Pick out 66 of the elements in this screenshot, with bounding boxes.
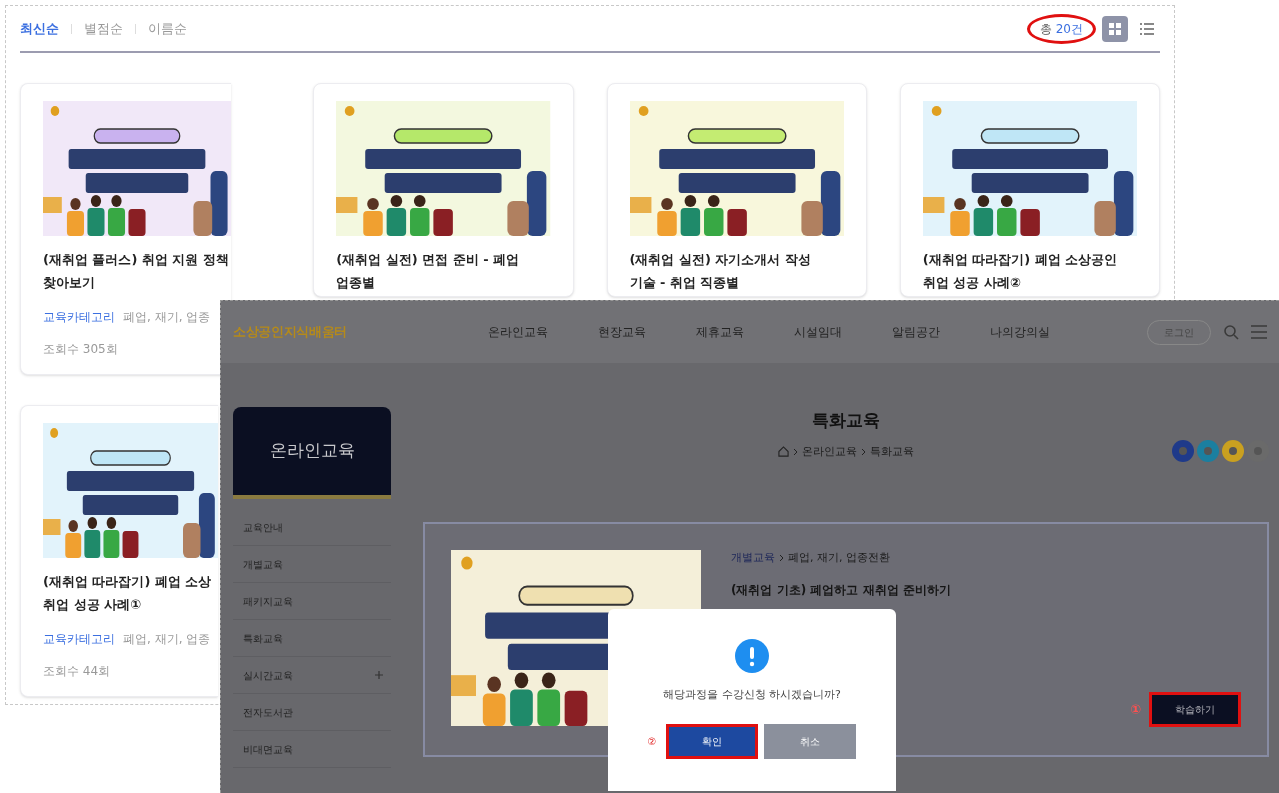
dialog-button[interactable]: 확인 (666, 723, 759, 759)
view-count: 조회수 44회 (43, 663, 112, 680)
course-card[interactable]: (재취업 실전) 면접 준비 - 폐업 업종별 (313, 83, 574, 297)
chevron-icon (861, 447, 866, 456)
sidebar-item[interactable]: 비대면교육 (233, 731, 391, 768)
total-value: 20건 (1055, 20, 1083, 38)
nav-link[interactable]: 나의강의실 (990, 323, 1050, 341)
card-title: 기술 - 취업 직종별 (629, 274, 741, 292)
sort-tab[interactable]: 최신순 (20, 18, 59, 39)
card-title: (재취업 실전) 자기소개서 작성 (629, 251, 812, 269)
page-title: 특화교육 (812, 409, 880, 432)
step-marker: ① (1130, 700, 1141, 719)
card-title: (재취업 플러스) 취업 지원 정책 (43, 251, 230, 269)
card-tags: 폐업, 재기, 업종 (123, 630, 211, 648)
course-card[interactable]: (재취업 따라잡기) 폐업 소상공인 취업 성공 사례② (899, 83, 1160, 297)
view-count: 조회수 305회 (43, 341, 119, 358)
card-title: 취업 성공 사례① (43, 596, 143, 614)
share-icon[interactable] (1172, 440, 1194, 462)
grid-icon (1109, 22, 1121, 35)
sidebar-item[interactable]: 실시간교육 (233, 657, 391, 694)
list-icon (1140, 22, 1154, 35)
share-icon[interactable] (1197, 440, 1219, 462)
course-card[interactable]: (재취업 플러스) 취업 지원 정책 찾아보기 교육카테고리 폐업, 재기, 업종 조회수 305회 (20, 83, 231, 375)
card-title: 업종별 (336, 274, 377, 292)
menu-icon[interactable] (1251, 325, 1267, 339)
nav-link[interactable]: 알림공간 (892, 323, 940, 341)
total-label: 총 (1039, 20, 1052, 38)
card-title: (재취업 따라잡기) 폐업 소상공인 (922, 251, 1119, 269)
category-link[interactable]: 교육카테고리 (43, 308, 115, 326)
sidebar-item[interactable]: 교육안내 (233, 509, 391, 546)
card-tags: 폐업, 재기, 업종 (123, 308, 211, 326)
plus-icon (375, 671, 383, 679)
sort-tab[interactable]: 이름순 (148, 18, 187, 39)
breadcrumb-link[interactable]: 특화교육 (870, 443, 914, 460)
nav-link[interactable]: 온라인교육 (488, 323, 548, 341)
sidebar-item[interactable]: 패키지교육 (233, 583, 391, 620)
nav-link[interactable]: 현장교육 (598, 323, 646, 341)
view-toggle-button[interactable] (1102, 15, 1128, 42)
sidebar-title: 온라인교육 (269, 439, 355, 463)
dialog-button[interactable]: 취소 (764, 723, 857, 759)
home-icon[interactable] (778, 446, 789, 458)
breadcrumb-link[interactable]: 온라인교육 (802, 443, 857, 460)
dialog-message: 해당과정을 수강신청 하시겠습니까? (663, 687, 841, 703)
step-marker: ② (647, 734, 657, 749)
share-icon[interactable] (1222, 440, 1244, 462)
chevron-icon (779, 554, 784, 563)
card-title: 취업 성공 사례② (922, 274, 1022, 292)
course-card[interactable]: (재취업 따라잡기) 폐업 소상 취업 성공 사례① 교육카테고리 폐업, 재기, 업종 조회수 44회 (20, 405, 218, 697)
course-category[interactable]: 개별교육 (731, 550, 775, 567)
card-title: (재취업 따라잡기) 폐업 소상 (43, 573, 213, 591)
course-title: (재취업 기초) 폐업하고 재취업 준비하기 (731, 581, 952, 599)
sidebar-item[interactable]: 개별교육 (233, 546, 391, 583)
sidebar-item[interactable]: 전자도서관 (233, 694, 391, 731)
card-title: 찾아보기 (43, 274, 96, 292)
study-button[interactable]: 학습하기 (1149, 692, 1241, 727)
card-title: (재취업 실전) 면접 준비 - 폐업 (336, 251, 521, 269)
course-card[interactable]: (재취업 실전) 자기소개서 작성 기술 - 취업 직종별 (606, 83, 867, 297)
alert-icon (735, 639, 769, 673)
sidebar-item[interactable]: 특화교육 (233, 620, 391, 657)
course-tags: 폐업, 재기, 업종전환 (788, 550, 890, 567)
nav-link[interactable]: 시설임대 (794, 323, 842, 341)
nav-link[interactable]: 제휴교육 (696, 323, 744, 341)
search-icon[interactable] (1223, 324, 1239, 340)
category-link[interactable]: 교육카테고리 (43, 630, 115, 648)
chevron-icon (793, 447, 798, 456)
sort-tab[interactable]: 별점순 (84, 18, 123, 39)
